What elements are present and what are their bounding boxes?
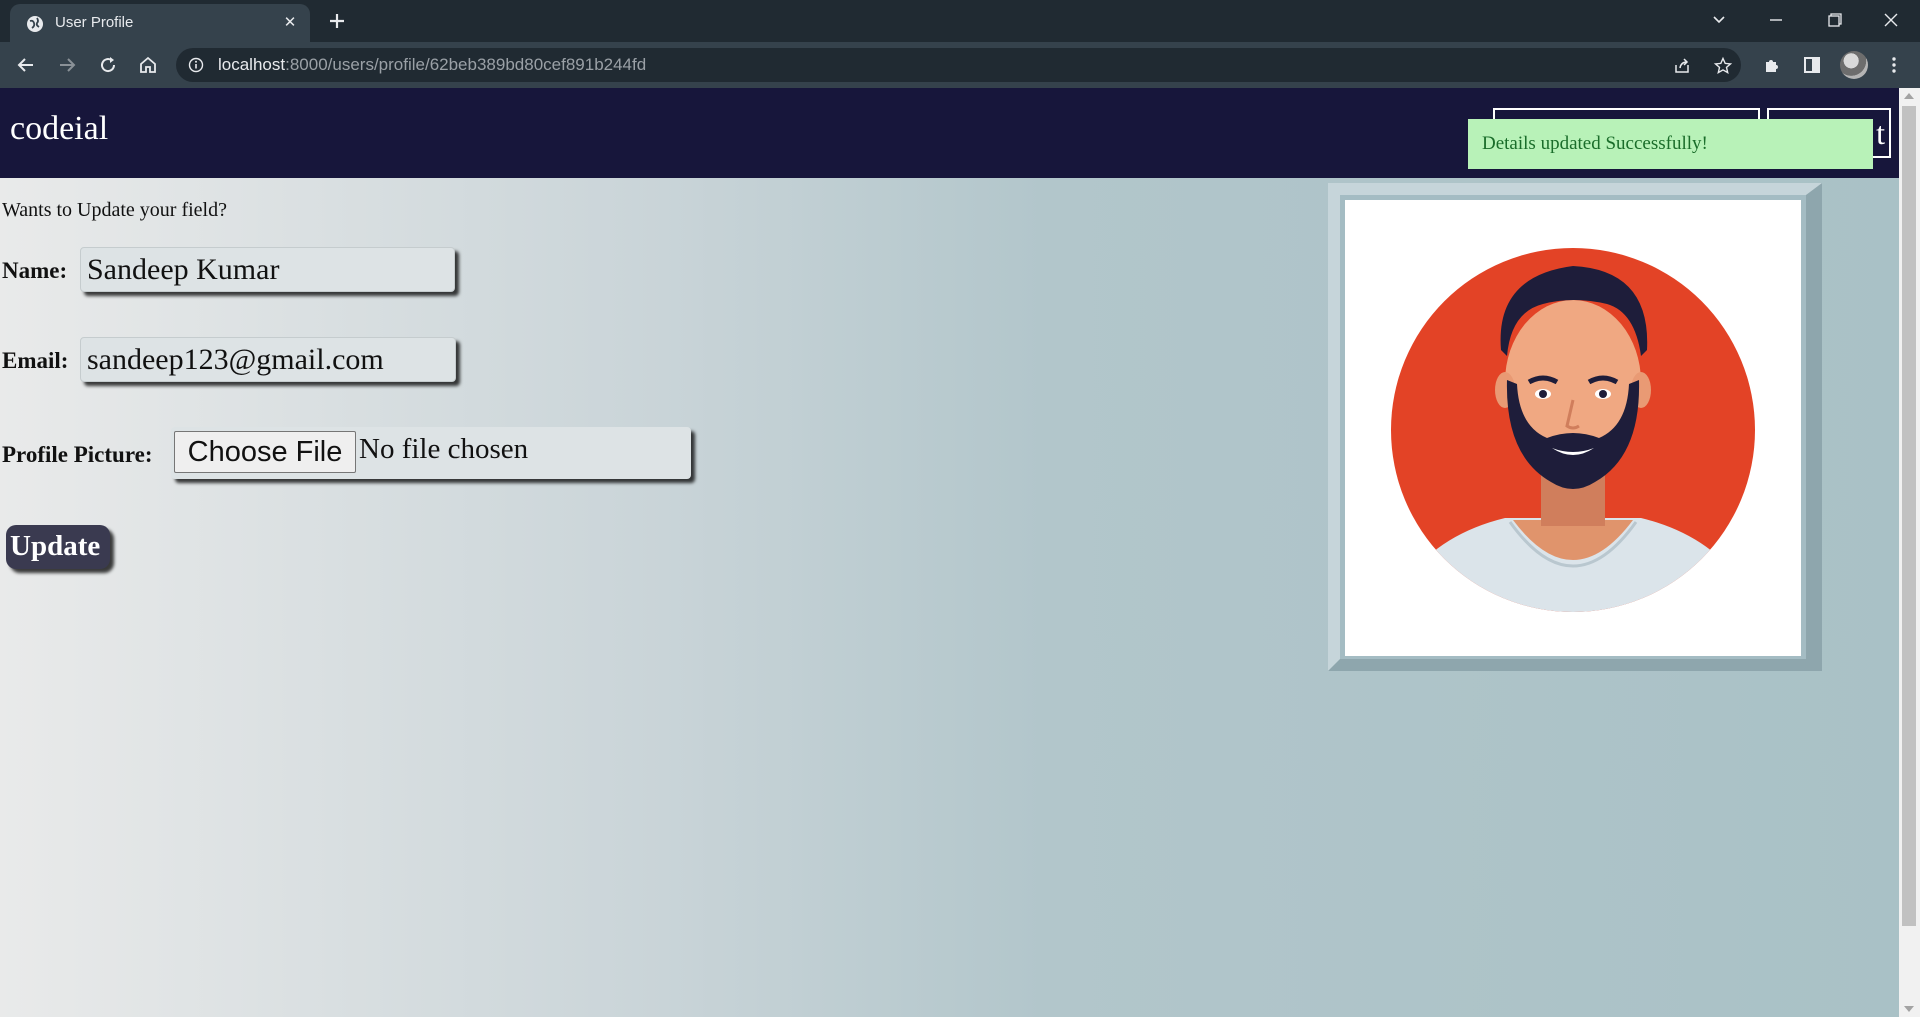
page-scrollbar[interactable] [1899, 88, 1920, 1017]
back-icon[interactable] [14, 53, 38, 77]
file-status: No file chosen [359, 433, 529, 465]
success-toast: Details updated Successfully! [1468, 119, 1873, 169]
forward-icon[interactable] [55, 53, 79, 77]
side-panel-icon[interactable] [1800, 53, 1824, 77]
scroll-down-icon[interactable] [1904, 1006, 1914, 1012]
url-path: :8000/users/profile/62beb389bd80cef891b2… [285, 55, 647, 74]
address-bar[interactable]: localhost:8000/users/profile/62beb389bd8… [176, 48, 1741, 82]
browser-tabstrip: User Profile ✕ [0, 0, 1920, 42]
user-avatar-image [1345, 200, 1801, 656]
choose-file-button[interactable]: Choose File [174, 431, 356, 473]
globe-icon [27, 16, 43, 32]
reload-icon[interactable] [96, 53, 120, 77]
email-field[interactable]: sandeep123@gmail.com [80, 337, 456, 382]
url-host: localhost [218, 55, 286, 74]
close-window-icon[interactable] [1877, 8, 1905, 32]
tab-user-profile[interactable]: User Profile ✕ [10, 4, 310, 42]
profile-picture-input[interactable]: Choose File No file chosen [171, 427, 691, 479]
menu-icon[interactable] [1882, 53, 1906, 77]
star-icon[interactable] [1713, 56, 1733, 76]
share-icon[interactable] [1672, 56, 1692, 76]
profile-picture-label: Profile Picture: [2, 442, 153, 467]
avatar-frame [1328, 183, 1822, 671]
profile-avatar[interactable] [1840, 51, 1868, 79]
puzzle-icon[interactable] [1760, 53, 1784, 77]
chevron-down-icon[interactable] [1705, 8, 1733, 32]
page-viewport: codeial t Details updated Successfully! … [0, 88, 1899, 1017]
plus-icon[interactable] [325, 9, 349, 33]
nav-button-fragment: t [1876, 115, 1885, 151]
email-label: Email: [2, 348, 69, 373]
restore-icon[interactable] [1820, 8, 1848, 32]
info-icon[interactable] [188, 57, 204, 73]
url-text: localhost:8000/users/profile/62beb389bd8… [218, 55, 646, 75]
site-logo[interactable]: codeial [10, 110, 108, 148]
home-icon[interactable] [136, 53, 160, 77]
browser-toolbar: localhost:8000/users/profile/62beb389bd8… [0, 42, 1920, 88]
name-field[interactable]: Sandeep Kumar [80, 247, 455, 292]
update-prompt: Wants to Update your field? [2, 199, 227, 221]
close-icon[interactable]: ✕ [280, 12, 300, 32]
minimize-icon[interactable] [1762, 8, 1790, 32]
update-button[interactable]: Update [6, 525, 110, 569]
tab-title: User Profile [55, 14, 134, 31]
site-header: codeial t Details updated Successfully! [0, 88, 1899, 178]
scroll-up-icon[interactable] [1904, 93, 1914, 99]
scrollbar-thumb[interactable] [1902, 106, 1916, 926]
name-label: Name: [2, 258, 68, 283]
